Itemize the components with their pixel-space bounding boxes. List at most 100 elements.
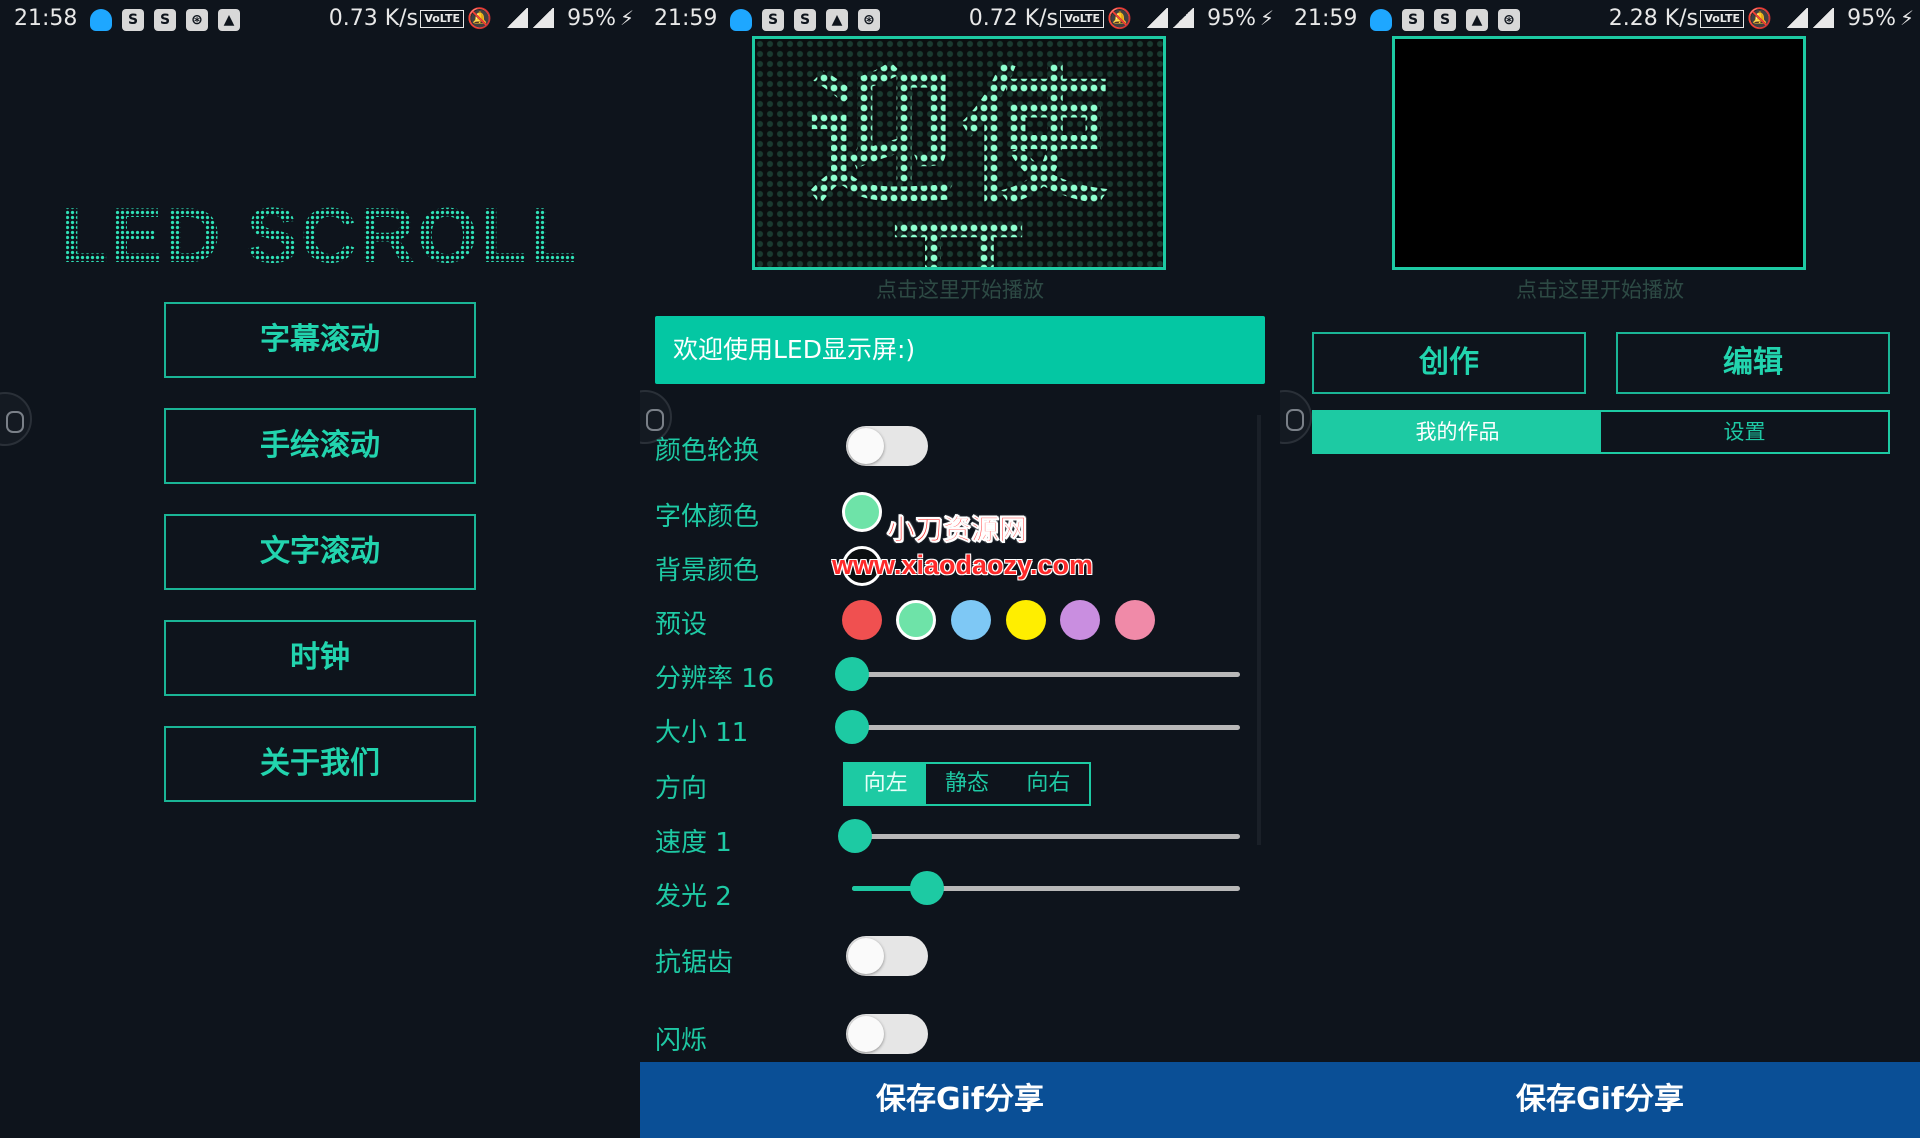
s-app-icon: S [1402,9,1424,31]
charging-icon: ⚡ [619,6,634,30]
antialias-label: 抗锯齿 [655,948,734,978]
preset-green-swatch[interactable] [896,600,936,640]
bug-app-icon: ⊛ [1498,9,1520,31]
floating-debug-icon[interactable] [1280,390,1312,444]
size-label: 大小 11 [655,718,749,748]
status-bar: 21:59 S S ▲ ⊛ 2.28 K/s VoLTE 🔕 95% ⚡ [1280,0,1920,38]
resolution-slider-track[interactable] [852,672,1240,677]
network-speed: 0.73 K/s [328,6,418,31]
status-time: 21:58 [14,6,78,31]
works-screen: 21:59 S S ▲ ⊛ 2.28 K/s VoLTE 🔕 95% ⚡ 点击这… [1280,0,1920,1138]
clock-button[interactable]: 时钟 [164,620,476,696]
glow-label: 发光 2 [655,882,732,912]
scrollbar[interactable] [1257,415,1261,845]
direction-right-option[interactable]: 向右 [1008,764,1089,804]
status-time: 21:59 [654,6,718,31]
network-speed: 2.28 K/s [1608,6,1698,31]
signal-4g-icon [1786,8,1808,28]
volte-icon: VoLTE [1060,10,1104,28]
home-screen: 21:58 S S ⊛ ▲ 0.73 K/s VoLTE 🔕 95% ⚡ LED… [0,0,640,1138]
s-app-icon: S [762,9,784,31]
image-icon: ▲ [1466,9,1488,31]
qq-icon [730,9,752,31]
blink-toggle[interactable] [846,1014,928,1054]
status-time: 21:59 [1294,6,1358,31]
resolution-label: 分辨率 16 [655,664,775,694]
save-gif-share-button[interactable]: 保存Gif分享 [1280,1062,1920,1138]
volte-icon: VoLTE [1700,10,1744,28]
led-preview[interactable] [1392,36,1806,270]
create-button[interactable]: 创作 [1312,332,1586,394]
signal-icon [1172,8,1194,28]
color-cycle-toggle[interactable] [846,426,928,466]
s-app-icon: S [122,9,144,31]
status-bar: 21:58 S S ⊛ ▲ 0.73 K/s VoLTE 🔕 95% ⚡ [0,0,640,38]
direction-static-option[interactable]: 静态 [926,764,1007,804]
volte-icon: VoLTE [420,10,464,28]
editor-screen: 21:59 S S ▲ ⊛ 0.72 K/s VoLTE 🔕 95% ⚡ 迎使开… [640,0,1280,1138]
speed-label: 速度 1 [655,828,732,858]
floating-debug-icon[interactable] [0,392,32,446]
led-preview-text: 迎使开 [759,63,1163,267]
battery-percent: 95% [567,6,616,31]
watermark-name: 小刀资源网 [887,513,1028,547]
works-tabs: 我的作品 设置 [1312,410,1890,454]
direction-label: 方向 [655,774,708,804]
font-color-swatch[interactable] [842,492,882,532]
text-scroll-button[interactable]: 文字滚动 [164,514,476,590]
direction-selector: 向左 静态 向右 [843,762,1091,806]
led-text-input[interactable]: 欢迎使用LED显示屏:) [655,316,1265,384]
size-slider-track[interactable] [852,725,1240,730]
status-bar: 21:59 S S ▲ ⊛ 0.72 K/s VoLTE 🔕 95% ⚡ [640,0,1280,38]
signal-icon [1812,8,1834,28]
charging-icon: ⚡ [1259,6,1274,30]
resolution-slider-handle[interactable] [835,657,869,691]
signal-4g-icon [506,8,528,28]
preset-blue-swatch[interactable] [951,600,991,640]
mute-icon: 🔕 [467,6,492,30]
edit-button[interactable]: 编辑 [1616,332,1890,394]
notification-icons: S S ▲ ⊛ [730,9,880,31]
speed-slider-handle[interactable] [838,819,872,853]
subtitle-scroll-button[interactable]: 字幕滚动 [164,302,476,378]
qq-icon [90,9,112,31]
size-slider-handle[interactable] [835,710,869,744]
app-logo: LED SCROLL [0,190,640,281]
s-app-icon: S [154,9,176,31]
signal-4g-icon [1146,8,1168,28]
notification-icons: S S ⊛ ▲ [90,9,240,31]
notification-icons: S S ▲ ⊛ [1370,9,1520,31]
tab-my-works[interactable]: 我的作品 [1314,412,1601,452]
mute-icon: 🔕 [1107,6,1132,30]
color-cycle-label: 颜色轮换 [655,436,760,466]
image-icon: ▲ [218,9,240,31]
preset-label: 预设 [655,610,708,640]
play-hint[interactable]: 点击这里开始播放 [640,274,1280,304]
save-gif-share-button[interactable]: 保存Gif分享 [640,1062,1280,1138]
bug-app-icon: ⊛ [858,9,880,31]
s-app-icon: S [794,9,816,31]
watermark-url: www.xiaodaozy.com [832,550,1094,580]
preset-purple-swatch[interactable] [1060,600,1100,640]
direction-left-option[interactable]: 向左 [845,764,927,804]
preset-yellow-swatch[interactable] [1006,600,1046,640]
battery-percent: 95% [1847,6,1896,31]
glow-slider-handle[interactable] [910,871,944,905]
image-icon: ▲ [826,9,848,31]
blink-label: 闪烁 [655,1026,708,1056]
speed-slider-track[interactable] [852,834,1240,839]
font-color-label: 字体颜色 [655,502,760,532]
tab-settings[interactable]: 设置 [1601,412,1888,452]
charging-icon: ⚡ [1899,6,1914,30]
about-us-button[interactable]: 关于我们 [164,726,476,802]
mute-icon: 🔕 [1747,6,1772,30]
bg-color-label: 背景颜色 [655,556,760,586]
play-hint[interactable]: 点击这里开始播放 [1280,274,1920,304]
antialias-toggle[interactable] [846,936,928,976]
led-preview[interactable]: 迎使开 [752,36,1166,270]
hand-draw-scroll-button[interactable]: 手绘滚动 [164,408,476,484]
s-app-icon: S [1434,9,1456,31]
preset-red-swatch[interactable] [842,600,882,640]
qq-icon [1370,9,1392,31]
preset-pink-swatch[interactable] [1115,600,1155,640]
